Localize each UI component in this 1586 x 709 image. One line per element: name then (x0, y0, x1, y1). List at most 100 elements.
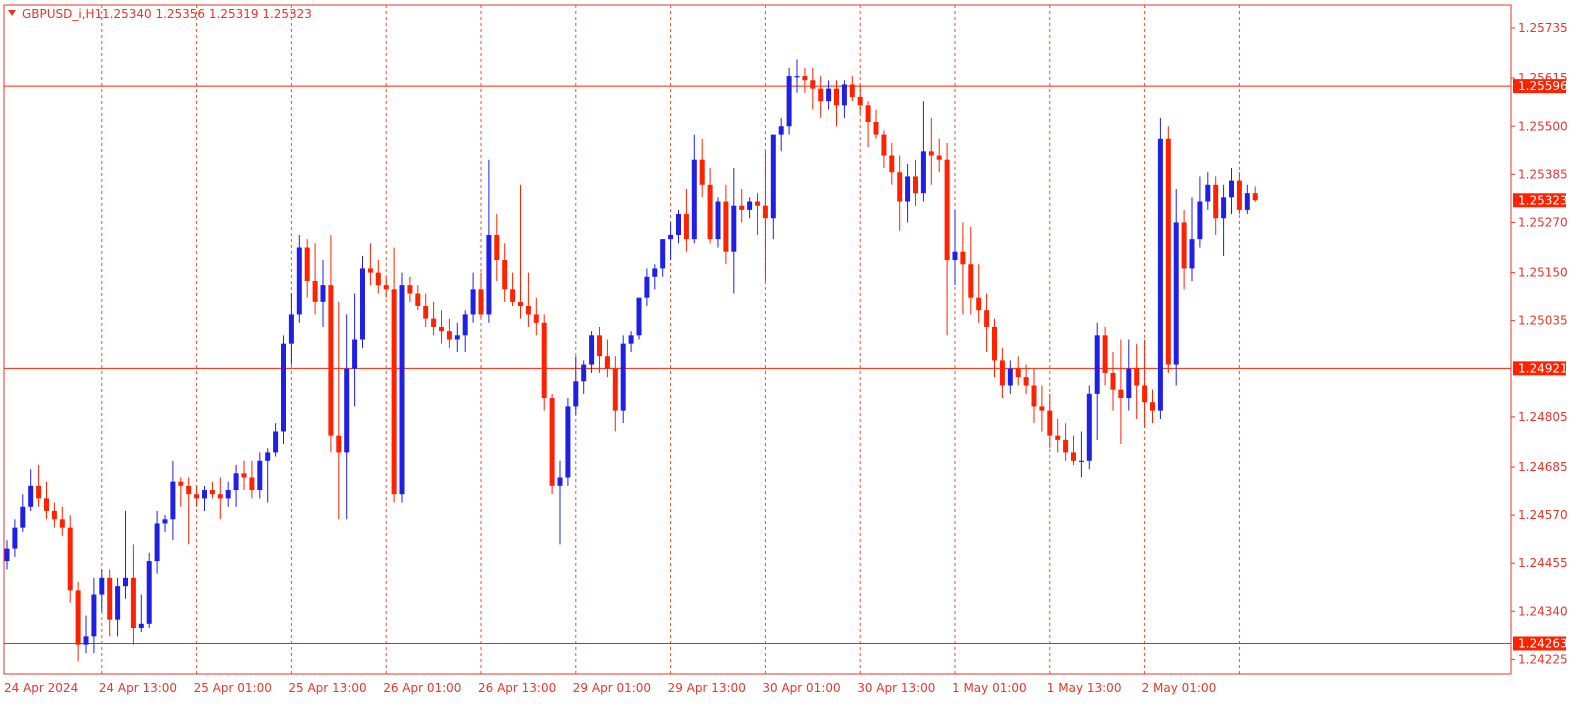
candle-body (1229, 180, 1234, 198)
candle-body (707, 184, 713, 240)
price-tick-label: 1.24805 (1518, 410, 1568, 424)
candle (786, 67, 792, 135)
candle-body (186, 485, 192, 495)
candle-body (1110, 372, 1116, 390)
price-tag-label: 1.24263 (1518, 636, 1568, 650)
candle-body (154, 523, 160, 562)
candle-body (928, 151, 934, 156)
candle-body (20, 506, 26, 528)
candle-body (502, 260, 508, 290)
candle-body (818, 88, 824, 102)
candle-body (747, 201, 753, 210)
candle-body (241, 473, 247, 478)
candle (1165, 126, 1171, 373)
candle-body (865, 105, 871, 123)
candle-body (826, 88, 832, 102)
candle-body (1023, 377, 1029, 386)
candle-body (510, 289, 516, 302)
candle-body (644, 276, 650, 298)
time-tick-label: 24 Apr 13:00 (99, 681, 177, 695)
price-tick-label: 1.24455 (1518, 556, 1568, 570)
candle (565, 398, 571, 486)
price-tick-label: 1.24570 (1518, 508, 1568, 522)
candle-body (881, 134, 887, 156)
candle-body (1031, 385, 1037, 407)
price-tag: 1.25323 (1513, 193, 1568, 208)
candle-body (391, 289, 397, 495)
candle-body (573, 381, 579, 407)
price-tag: 1.24263 (1513, 636, 1568, 651)
candle-body (857, 96, 863, 106)
candle-body (620, 343, 626, 411)
candle-body (91, 594, 97, 637)
candle (360, 255, 365, 348)
candle-body (1102, 335, 1108, 373)
candle-body (209, 490, 215, 495)
candle-body (676, 214, 681, 235)
candle-body (107, 577, 113, 620)
candle-body (762, 205, 768, 219)
candle-body (130, 577, 136, 629)
candle-body (1047, 410, 1053, 436)
candle-body (1165, 138, 1171, 365)
candle-body (834, 88, 839, 106)
candle-body (51, 510, 57, 520)
candle-body (715, 201, 721, 240)
candle-body (652, 268, 658, 277)
candle-body (920, 151, 926, 194)
candle-body (794, 76, 800, 78)
candle-body (304, 247, 310, 281)
candle-body (1063, 439, 1069, 453)
candle-body (944, 159, 950, 261)
candle-body (1221, 197, 1227, 219)
candle-body (225, 490, 231, 499)
candle-body (786, 76, 792, 127)
candle-body (913, 176, 918, 194)
candle-body (1094, 335, 1100, 394)
price-tag: 1.24921 (1513, 361, 1568, 376)
candle-body (423, 306, 429, 319)
time-tick-label: 26 Apr 13:00 (478, 681, 556, 695)
candle-body (470, 289, 476, 315)
candle-body (320, 285, 326, 302)
candle (636, 297, 642, 340)
candle-body (660, 239, 666, 269)
candle (620, 335, 626, 424)
candle-body (1157, 138, 1163, 411)
candle-body (1252, 193, 1258, 201)
candle-body (952, 251, 958, 261)
price-tick-label: 1.24225 (1518, 652, 1568, 666)
price-axis: 1.257351.256151.255001.253851.252701.251… (1510, 5, 1568, 674)
candle (67, 515, 73, 603)
candle-body (1197, 201, 1203, 240)
candle-body (968, 264, 974, 298)
candle-body (36, 485, 42, 499)
price-tick-label: 1.25500 (1518, 119, 1568, 133)
symbol-label: GBPUSD_i,H1 (22, 7, 102, 21)
candle (296, 234, 302, 323)
candle-body (360, 268, 365, 340)
ohlc-values: 1.25340 1.25356 1.25319 1.25323 (102, 7, 312, 21)
candle-body (446, 331, 452, 340)
candle-body (1007, 368, 1013, 386)
candle-body (115, 586, 121, 620)
candle-body (604, 356, 610, 369)
candle-body (367, 268, 373, 273)
candle-body (399, 285, 405, 495)
price-tick-label: 1.25035 (1518, 314, 1568, 328)
candle-body (257, 460, 263, 491)
price-tag-label: 1.24921 (1518, 361, 1568, 375)
candle-body (336, 435, 342, 453)
candle-body (731, 205, 737, 252)
time-tick-label: 30 Apr 13:00 (857, 681, 935, 695)
candle-body (1213, 184, 1219, 219)
price-chart[interactable]: 1.257351.256151.255001.253851.252701.251… (0, 0, 1586, 709)
candle-body (581, 364, 587, 382)
candle-body (312, 280, 318, 302)
candle-body (1142, 385, 1148, 403)
candle-body (1078, 460, 1084, 462)
candle-body (146, 561, 152, 624)
time-tick-label: 26 Apr 01:00 (383, 681, 461, 695)
candle-body (849, 84, 855, 97)
candle-body (770, 134, 776, 219)
